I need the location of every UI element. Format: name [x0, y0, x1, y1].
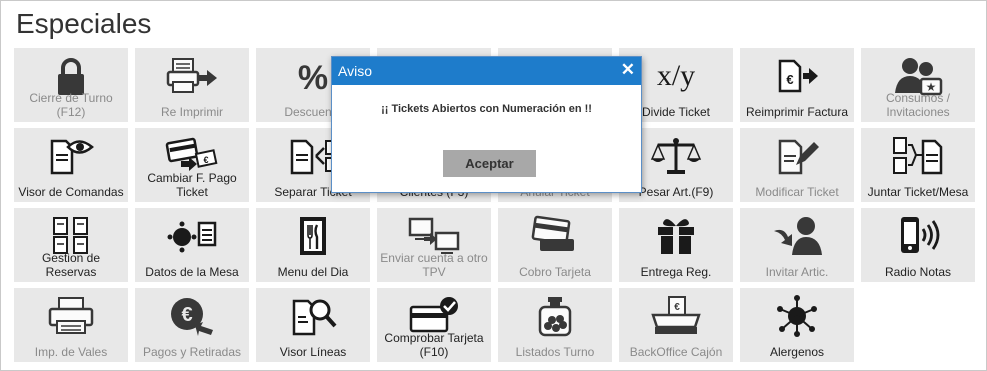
tile-consumos-invitaciones[interactable]: ★ Consumos / Invitaciones	[861, 48, 975, 122]
svg-text:€: €	[786, 72, 793, 87]
svg-text:x/y: x/y	[657, 59, 695, 92]
tile-datos-mesa[interactable]: Datos de la Mesa	[135, 208, 249, 282]
tile-label: Cambiar F. Pago Ticket	[147, 171, 237, 199]
tile-label: Visor Líneas	[279, 345, 347, 359]
documents-merge-icon	[861, 135, 975, 177]
tile-label: Juntar Ticket/Mesa	[867, 185, 969, 199]
tile-pagos-retiradas[interactable]: € Pagos y Retiradas	[135, 288, 249, 362]
tile-label: Menu del Dia	[277, 265, 349, 279]
tile-comprobar-tarjeta[interactable]: Comprobar Tarjeta (F10)	[377, 288, 491, 362]
tile-label: Cobro Tarjeta	[519, 265, 591, 279]
tile-juntar-ticket-mesa[interactable]: Juntar Ticket/Mesa	[861, 128, 975, 202]
tile-backoffice-cajon[interactable]: € BackOffice Cajón	[619, 288, 733, 362]
tile-cambiar-f-pago[interactable]: € Cambiar F. Pago Ticket	[135, 128, 249, 202]
tile-visor-comandas[interactable]: Visor de Comandas	[14, 128, 128, 202]
molecule-icon	[740, 295, 854, 337]
tile-label: Comprobar Tarjeta (F10)	[384, 331, 484, 359]
tile-alergenos[interactable]: Alergenos	[740, 288, 854, 362]
euro-document-arrow-icon: €	[740, 55, 854, 97]
cash-drawer-icon: €	[619, 295, 733, 337]
tile-label: Alergenos	[769, 345, 825, 359]
tile-listados-turno[interactable]: Listados Turno	[498, 288, 612, 362]
tile-label: Visor de Comandas	[18, 185, 124, 199]
tile-cierre-turno[interactable]: Cierre de Turno (F12)	[14, 48, 128, 122]
cutlery-menu-icon	[256, 215, 370, 257]
tile-modificar-ticket[interactable]: Modificar Ticket	[740, 128, 854, 202]
document-magnifier-icon	[256, 295, 370, 337]
tile-imp-vales[interactable]: Imp. de Vales	[14, 288, 128, 362]
aceptar-button[interactable]: Aceptar	[443, 150, 536, 177]
tile-enviar-cuenta-tpv[interactable]: Enviar cuenta a otro TPV	[377, 208, 491, 282]
tile-label: Entrega Reg.	[640, 265, 712, 279]
euro-arrow-icon: €	[135, 295, 249, 337]
tile-entrega-reg[interactable]: Entrega Reg.	[619, 208, 733, 282]
dialog-header: Aviso ✕	[332, 57, 641, 85]
tile-invitar-artic[interactable]: Invitar Artic.	[740, 208, 854, 282]
tile-label: Consumos / Invitaciones	[885, 91, 951, 119]
person-arrow-icon	[740, 215, 854, 257]
tile-label: Imp. de Vales	[34, 345, 108, 359]
printer-arrow-icon	[135, 55, 249, 97]
printer-icon	[14, 295, 128, 337]
tile-label: Re Imprimir	[161, 105, 223, 119]
document-eye-icon	[14, 135, 128, 177]
svg-text:€: €	[203, 155, 208, 165]
document-pencil-icon	[740, 135, 854, 177]
dialog-title: Aviso	[338, 63, 372, 79]
gift-icon	[619, 215, 733, 257]
tile-reimprimir-factura[interactable]: € Reimprimir Factura	[740, 48, 854, 122]
especiales-window: Especiales Cierre de Turno (F12) Re Impri…	[0, 0, 987, 371]
jar-icon	[498, 295, 612, 337]
tile-label: Enviar cuenta a otro TPV	[380, 251, 488, 279]
tile-label: Pagos y Retiradas	[142, 345, 242, 359]
tile-gestion-reservas[interactable]: Gestion de Reservas	[14, 208, 128, 282]
tile-label: Modificar Ticket	[755, 185, 839, 199]
tile-label: Gestion de Reservas	[41, 251, 101, 279]
tile-visor-lineas[interactable]: Visor Líneas	[256, 288, 370, 362]
tile-menu-dia[interactable]: Menu del Dia	[256, 208, 370, 282]
tile-radio-notas[interactable]: Radio Notas	[861, 208, 975, 282]
aviso-dialog: Aviso ✕ ¡¡ Tickets Abiertos con Numeraci…	[331, 56, 642, 193]
table-dots-icon	[135, 215, 249, 257]
phone-signal-icon	[861, 215, 975, 257]
tile-label: Listados Turno	[515, 345, 595, 359]
card-reader-icon	[498, 215, 612, 257]
tile-label: Datos de la Mesa	[145, 265, 239, 279]
svg-text:%: %	[298, 59, 328, 97]
tile-label: Radio Notas	[884, 265, 952, 279]
tile-label: BackOffice Cajón	[629, 345, 723, 359]
dialog-message: ¡¡ Tickets Abiertos con Numeración en !!	[381, 103, 592, 115]
tile-label: Cierre de Turno (F12)	[29, 91, 113, 119]
tile-label: Reimprimir Factura	[745, 105, 848, 119]
svg-text:€: €	[674, 302, 680, 313]
page-title: Especiales	[16, 8, 152, 39]
empty-cell	[861, 288, 975, 362]
tile-cobro-tarjeta[interactable]: Cobro Tarjeta	[498, 208, 612, 282]
close-icon[interactable]: ✕	[621, 61, 635, 79]
tile-label: Invitar Artic.	[765, 265, 829, 279]
tile-re-imprimir[interactable]: Re Imprimir	[135, 48, 249, 122]
svg-text:€: €	[181, 304, 192, 326]
